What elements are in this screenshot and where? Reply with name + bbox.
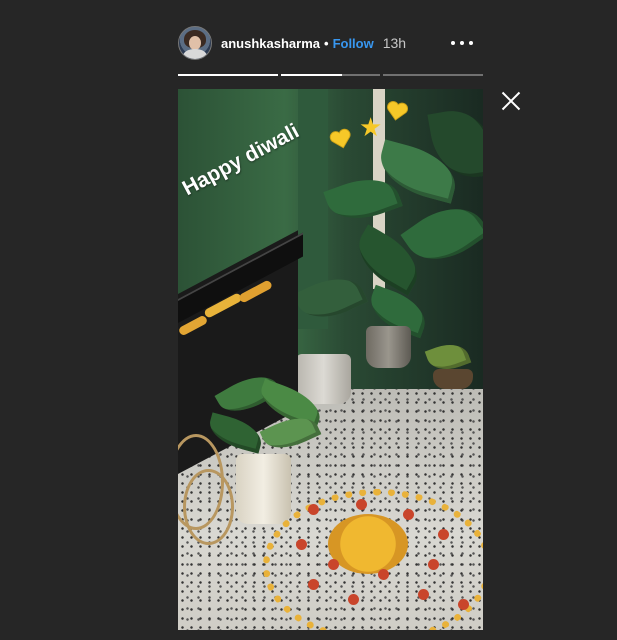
yellow-heart-icon [387,101,409,121]
progress-segment [383,74,484,76]
post-time: 13h [382,35,407,51]
close-icon[interactable] [501,91,521,111]
more-options-icon[interactable] [451,34,473,52]
separator-dot: • [324,35,329,51]
follow-button[interactable]: Follow [333,36,374,51]
username[interactable]: anushkasharma [221,36,320,51]
story-header: anushkasharma • Follow 13h [178,26,483,60]
story-progress [178,74,484,77]
progress-segment [178,74,278,76]
story-media[interactable]: Happy diwali ★ [178,89,483,630]
rangoli-center [328,514,408,574]
star-icon: ★ [359,112,383,142]
avatar[interactable] [178,26,212,60]
progress-segment [280,74,381,76]
story-viewer: anushkasharma • Follow 13h Happy diwali … [0,0,617,640]
